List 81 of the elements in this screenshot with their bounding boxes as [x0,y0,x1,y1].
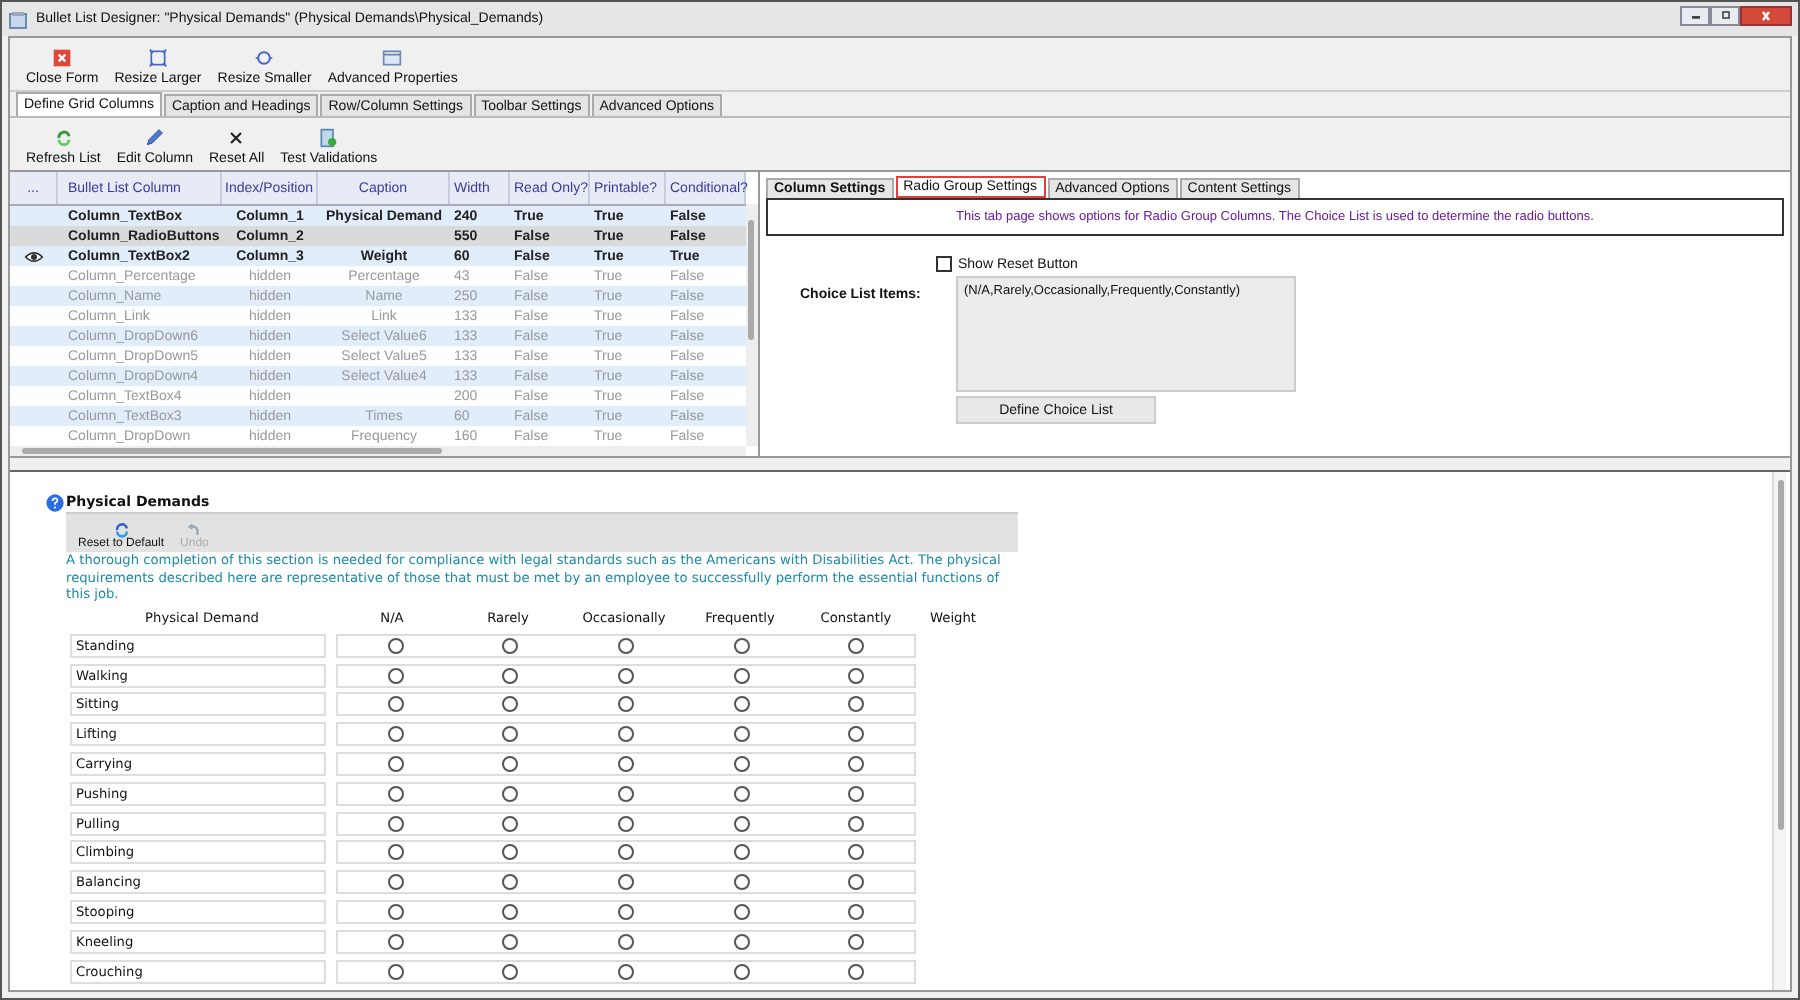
radio-button[interactable] [502,904,519,921]
radio-button[interactable] [387,637,404,654]
radio-button[interactable] [387,696,404,713]
radio-button[interactable] [848,904,865,921]
radio-button[interactable] [617,874,634,891]
radio-button[interactable] [617,756,634,773]
radio-button[interactable] [733,667,750,684]
radio-button[interactable] [848,844,865,861]
radio-button[interactable] [848,667,865,684]
radio-button[interactable] [387,667,404,684]
radio-button[interactable] [617,726,634,743]
radio-button[interactable] [617,904,634,921]
radio-button[interactable] [733,726,750,743]
radio-button[interactable] [617,933,634,950]
radio-button[interactable] [502,756,519,773]
help-icon[interactable] [46,493,64,511]
circle-icon [254,48,275,68]
radio-button[interactable] [733,874,750,891]
refresh-icon [113,522,130,538]
radio-button[interactable] [502,933,519,950]
radio-button[interactable] [733,933,750,950]
radio-button[interactable] [848,756,865,773]
radio-button[interactable] [733,815,750,832]
radio-button[interactable] [733,844,750,861]
undo-icon [186,522,203,538]
radio-button[interactable] [502,874,519,891]
radio-button[interactable] [617,637,634,654]
radio-button[interactable] [387,933,404,950]
radio-button[interactable] [848,696,865,713]
expand-icon [147,48,168,68]
eye-icon [24,249,44,263]
vertical-scrollbar[interactable] [746,204,758,446]
radio-button[interactable] [617,667,634,684]
radio-button[interactable] [617,815,634,832]
radio-button[interactable] [848,815,865,832]
radio-button[interactable] [848,726,865,743]
radio-button[interactable] [502,844,519,861]
radio-button[interactable] [387,844,404,861]
radio-button[interactable] [387,874,404,891]
x-icon [226,128,247,148]
pencil-icon [144,128,165,148]
radio-button[interactable] [502,963,519,980]
radio-button[interactable] [502,726,519,743]
radio-button[interactable] [387,756,404,773]
splitter[interactable] [10,456,1790,472]
radio-button[interactable] [733,904,750,921]
radio-button[interactable] [733,756,750,773]
radio-button[interactable] [848,785,865,802]
radio-button[interactable] [733,637,750,654]
vertical-scrollbar[interactable] [1772,472,1786,990]
radio-button[interactable] [617,844,634,861]
horizontal-scrollbar[interactable] [10,446,746,456]
close-icon [52,48,73,68]
radio-button[interactable] [733,785,750,802]
radio-button[interactable] [733,963,750,980]
refresh-icon [53,128,74,148]
radio-button[interactable] [387,785,404,802]
app-icon [8,9,28,29]
close-button[interactable] [1740,5,1792,25]
radio-button[interactable] [502,667,519,684]
radio-button[interactable] [387,904,404,921]
radio-button[interactable] [502,785,519,802]
radio-button[interactable] [502,815,519,832]
radio-button[interactable] [733,696,750,713]
close-icon [1756,9,1776,21]
radio-button[interactable] [387,726,404,743]
document-icon [318,128,339,148]
radio-button[interactable] [502,637,519,654]
radio-button[interactable] [617,785,634,802]
maximize-button[interactable] [1710,5,1740,25]
radio-button[interactable] [848,637,865,654]
radio-button[interactable] [617,963,634,980]
radio-button[interactable] [387,963,404,980]
radio-button[interactable] [848,874,865,891]
radio-button[interactable] [502,696,519,713]
radio-button[interactable] [617,696,634,713]
window-icon [382,48,403,68]
minimize-button[interactable] [1680,5,1710,25]
radio-button[interactable] [387,815,404,832]
radio-button[interactable] [848,933,865,950]
radio-button[interactable] [848,963,865,980]
